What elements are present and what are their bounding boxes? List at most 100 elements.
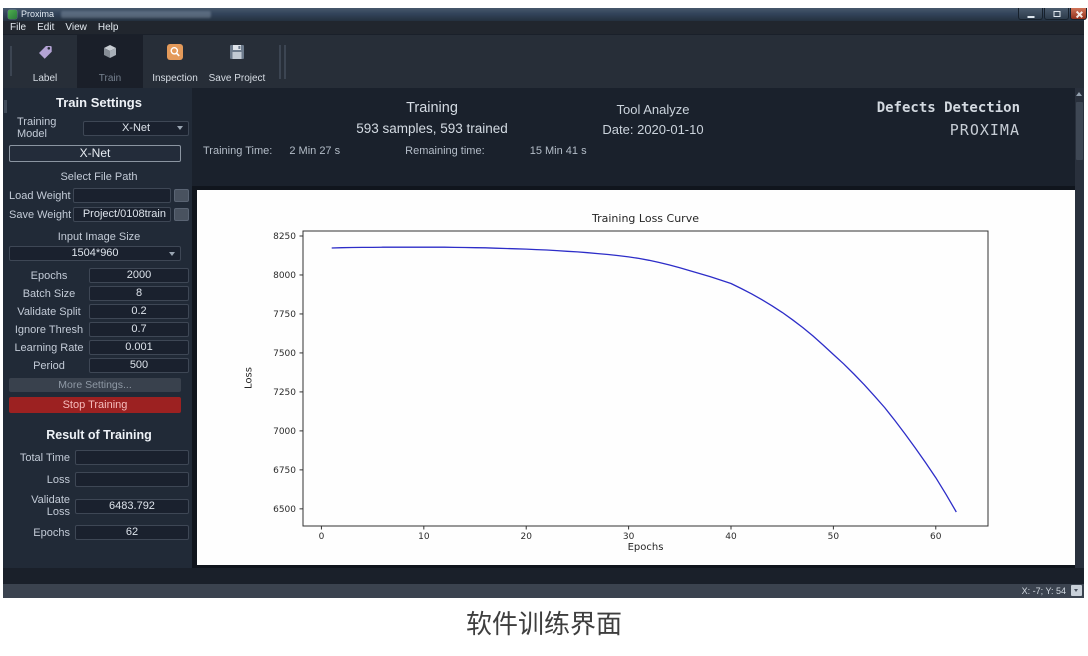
validate-loss-field: 6483.792: [75, 499, 189, 514]
proxima-brand: PROXIMA: [950, 121, 1020, 139]
result-of-training-title: Result of Training: [9, 428, 189, 442]
svg-text:8250: 8250: [273, 232, 296, 242]
minimize-icon: [1027, 16, 1034, 18]
toolbar-inspection-text: Inspection: [143, 73, 207, 84]
remaining-time-label: Remaining time:: [405, 145, 484, 157]
toolbar-separator: [279, 45, 281, 79]
load-weight-browse-button[interactable]: [174, 189, 189, 202]
defects-detection-brand: Defects Detection: [877, 100, 1020, 116]
save-weight-browse-button[interactable]: [174, 208, 189, 221]
close-icon: [1075, 10, 1082, 17]
svg-text:6750: 6750: [273, 466, 296, 476]
cursor-coordinates: X: -7; Y: 54: [1022, 586, 1066, 596]
chart-xlabel: Epochs: [303, 542, 988, 553]
close-button[interactable]: [1070, 8, 1087, 20]
menu-view[interactable]: View: [65, 22, 87, 33]
total-time-label: Total Time: [9, 452, 75, 464]
training-model-dropdown[interactable]: X-Net: [83, 121, 189, 136]
result-epochs-field: 62: [75, 525, 189, 540]
training-time-value: 2 Min 27 s: [289, 145, 340, 157]
more-settings-button[interactable]: More Settings...: [9, 378, 181, 392]
loss-label: Loss: [9, 474, 75, 486]
select-file-path-label: Select File Path: [9, 171, 189, 183]
train-settings-title: Train Settings: [9, 95, 189, 110]
chevron-down-icon: [169, 252, 175, 256]
floppy-disk-icon: [228, 43, 246, 66]
toolbar-label-button[interactable]: Label: [13, 35, 77, 89]
svg-text:30: 30: [623, 532, 635, 542]
ignore-thresh-field[interactable]: 0.7: [89, 322, 189, 337]
svg-text:7750: 7750: [273, 310, 296, 320]
svg-text:40: 40: [725, 532, 737, 542]
chevron-down-icon: [177, 126, 183, 130]
learning-rate-field[interactable]: 0.001: [89, 340, 189, 355]
save-weight-label: Save Weight: [9, 209, 73, 221]
scroll-up-icon[interactable]: [1076, 92, 1082, 96]
menu-help[interactable]: Help: [98, 22, 119, 33]
training-title: Training: [322, 100, 542, 116]
load-weight-field[interactable]: [73, 188, 171, 203]
train-settings-panel: Train Settings Training Model X-Net X-Ne…: [3, 88, 192, 568]
training-loss-chart: 0102030405060650067507000725075007750800…: [197, 190, 1077, 565]
chart-title: Training Loss Curve: [303, 212, 988, 225]
scrollbar-thumb[interactable]: [1076, 102, 1083, 160]
total-time-field: [75, 450, 189, 465]
toolbar-train-text: Train: [77, 73, 143, 84]
panel-splitter-handle[interactable]: [4, 100, 7, 113]
save-weight-field[interactable]: Project/0108train: [73, 207, 171, 222]
period-label: Period: [9, 360, 89, 372]
svg-text:7500: 7500: [273, 349, 296, 359]
validate-loss-label: Validate Loss: [9, 494, 75, 518]
status-grip-icon[interactable]: [1071, 585, 1082, 596]
vertical-scrollbar[interactable]: [1075, 88, 1084, 578]
toolbar-grip: [10, 46, 12, 76]
batch-size-label: Batch Size: [9, 288, 89, 300]
svg-text:20: 20: [520, 532, 532, 542]
toolbar: Label Train Inspection: [3, 34, 1084, 88]
loss-curve: [332, 247, 957, 512]
input-image-size-dropdown[interactable]: 1504*960: [9, 246, 181, 261]
ignore-thresh-label: Ignore Thresh: [9, 324, 89, 336]
loss-field: [75, 472, 189, 487]
epochs-label: Epochs: [9, 270, 89, 282]
training-time-label: Training Time:: [203, 145, 272, 157]
xnet-model-button[interactable]: X-Net: [9, 145, 181, 162]
toolbar-save-project-button[interactable]: Save Project: [202, 35, 272, 89]
load-weight-label: Load Weight: [9, 190, 73, 202]
menu-edit[interactable]: Edit: [37, 22, 54, 33]
toolbar-train-button[interactable]: Train: [77, 35, 143, 89]
status-bar: X: -7; Y: 54: [3, 584, 1084, 598]
redacted-title-path: [61, 11, 211, 18]
svg-text:6500: 6500: [273, 505, 296, 515]
samples-trained-text: 593 samples, 593 trained: [302, 121, 562, 136]
toolbar-inspection-button[interactable]: Inspection: [143, 35, 207, 89]
maximize-button[interactable]: [1044, 8, 1069, 20]
figure-caption: 软件训练界面: [0, 604, 1088, 641]
magnifier-icon: [166, 43, 184, 66]
minimize-button[interactable]: [1018, 8, 1043, 20]
input-image-size-label: Input Image Size: [9, 231, 189, 243]
title-bar: Proxima: [3, 8, 1084, 21]
window-title: Proxima: [21, 9, 54, 20]
svg-text:50: 50: [828, 532, 840, 542]
tool-analyze-label: Tool Analyze: [573, 102, 733, 117]
learning-rate-label: Learning Rate: [9, 342, 89, 354]
epochs-field[interactable]: 2000: [89, 268, 189, 283]
bottom-panel: [3, 568, 1084, 584]
cube-icon: [101, 43, 119, 66]
training-time-row: Training Time: 2 Min 27 s Remaining time…: [203, 145, 587, 157]
toolbar-save-project-text: Save Project: [202, 73, 272, 84]
maximize-icon: [1053, 11, 1060, 17]
proxima-app-icon: [8, 10, 17, 19]
svg-text:8000: 8000: [273, 271, 296, 281]
plot-spines: [303, 231, 988, 526]
svg-text:7250: 7250: [273, 388, 296, 398]
stop-training-button[interactable]: Stop Training: [9, 397, 181, 413]
menu-file[interactable]: File: [10, 22, 26, 33]
tag-icon: [36, 43, 54, 66]
remaining-time-value: 15 Min 41 s: [530, 145, 587, 157]
svg-text:10: 10: [418, 532, 430, 542]
validate-split-field[interactable]: 0.2: [89, 304, 189, 319]
period-field[interactable]: 500: [89, 358, 189, 373]
batch-size-field[interactable]: 8: [89, 286, 189, 301]
